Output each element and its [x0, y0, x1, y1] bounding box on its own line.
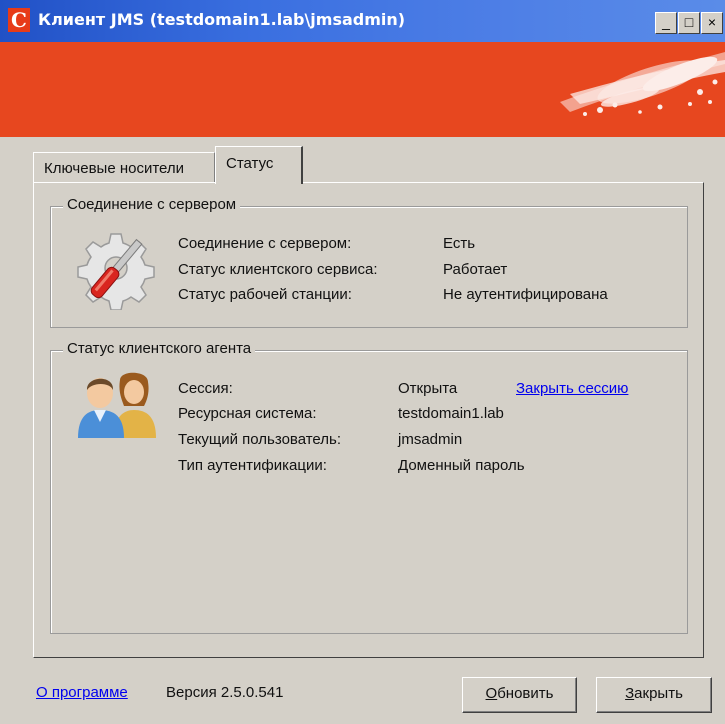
jms-client-window: C Клиент JMS (testdomain1.lab\jmsadmin) … [0, 0, 725, 724]
version-label: Версия 2.5.0.541 [166, 684, 284, 701]
session-label: Сессия: [178, 380, 233, 397]
window-title: Клиент JMS (testdomain1.lab\jmsadmin) [38, 10, 406, 29]
server-connection-label: Соединение с сервером: [178, 235, 352, 252]
tab-key-carriers[interactable]: Ключевые носители [33, 152, 215, 182]
refresh-button[interactable]: Обновить [462, 677, 577, 713]
client-service-status-label: Статус клиентского сервиса: [178, 261, 378, 278]
server-connection-group-title: Соединение с сервером [63, 196, 241, 213]
resource-system-label: Ресурсная система: [178, 405, 317, 422]
current-user-label: Текущий пользователь: [178, 431, 342, 448]
brand-banner [0, 42, 725, 137]
close-button-label: акрыть [634, 685, 683, 702]
close-session-link[interactable]: Закрыть сессию [516, 379, 628, 399]
current-user-value: jmsadmin [398, 431, 463, 448]
refresh-button-accel: О [485, 685, 498, 702]
close-button-accel: З [625, 685, 635, 702]
maximize-button[interactable]: □ [678, 12, 700, 34]
workstation-status-value: Не аутентифицирована [443, 286, 608, 303]
app-logo-icon: C [8, 8, 30, 32]
resource-system-value: testdomain1.lab [398, 405, 504, 422]
close-button[interactable]: Закрыть [596, 677, 712, 713]
client-agent-group-title: Статус клиентского агента [63, 340, 256, 357]
auth-type-label: Тип аутентификации: [178, 457, 327, 474]
server-connection-value: Есть [443, 235, 476, 252]
title-bar[interactable]: C Клиент JMS (testdomain1.lab\jmsadmin) … [0, 0, 725, 42]
close-window-button[interactable]: × [701, 12, 723, 34]
workstation-status-label: Статус рабочей станции: [178, 286, 352, 303]
refresh-button-label: бновить [497, 685, 554, 702]
tab-status[interactable]: Статус [215, 146, 303, 184]
auth-type-value: Доменный пароль [398, 457, 525, 474]
gear-screwdriver-icon [77, 233, 155, 310]
minimize-button[interactable]: _ [655, 12, 677, 34]
client-service-status-value: Работает [443, 261, 508, 278]
session-value: Открыта [398, 380, 458, 397]
about-link[interactable]: О программе [36, 683, 128, 703]
users-icon [78, 372, 156, 438]
brand-swoosh-icon [560, 52, 725, 116]
